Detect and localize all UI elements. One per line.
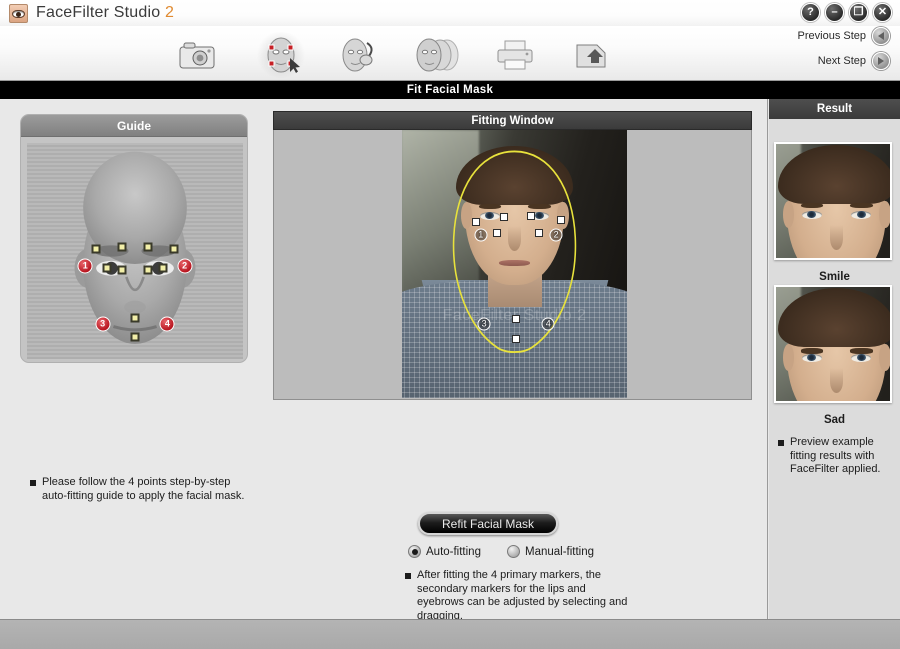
guide-panel: Guide 1 2 3 4 bbox=[20, 114, 248, 363]
fit-point-2[interactable]: 2 bbox=[549, 228, 563, 242]
load-photo-tool[interactable] bbox=[166, 32, 228, 78]
retouch-tool[interactable] bbox=[328, 32, 390, 78]
guide-square-marker bbox=[91, 244, 101, 254]
fit-square-marker[interactable] bbox=[472, 218, 481, 227]
refit-facial-mask-button[interactable]: Refit Facial Mask bbox=[418, 512, 558, 535]
auto-fitting-label: Auto-fitting bbox=[426, 545, 481, 558]
next-step-button[interactable]: Next Step bbox=[818, 52, 890, 70]
guide-square-marker bbox=[169, 244, 179, 254]
export-icon bbox=[576, 44, 606, 68]
fitting-window-title: Fitting Window bbox=[471, 114, 554, 127]
toolbar: Previous Step Next Step bbox=[0, 26, 900, 81]
result-header-label: Result bbox=[816, 103, 853, 115]
status-bar bbox=[0, 619, 900, 649]
fit-square-marker[interactable] bbox=[511, 335, 520, 344]
guide-square-marker bbox=[143, 265, 153, 275]
subject-photo[interactable]: FaceFilter Studio 2 1234 bbox=[402, 130, 627, 398]
guide-square-marker bbox=[130, 313, 140, 323]
manual-fitting-label: Manual-fitting bbox=[524, 545, 595, 558]
export-tool[interactable] bbox=[560, 32, 622, 78]
fit-square-marker[interactable] bbox=[500, 213, 509, 222]
step-banner: Fit Facial Mask bbox=[0, 81, 900, 99]
printer-icon bbox=[497, 40, 533, 70]
result-thumb-smile[interactable] bbox=[774, 142, 892, 260]
fit-point-3[interactable]: 3 bbox=[477, 317, 491, 331]
app-title-text: FaceFilter Studio bbox=[36, 4, 161, 21]
guide-square-marker bbox=[158, 263, 168, 273]
chevron-right-icon bbox=[872, 52, 890, 70]
guide-square-marker bbox=[117, 242, 127, 252]
face-morph-icon bbox=[416, 38, 459, 72]
result-thumb-sad[interactable] bbox=[774, 285, 892, 403]
guide-column: Guide 1 2 3 4 Please follow the 4 points… bbox=[0, 99, 268, 619]
result-thumb-sad-label: Sad bbox=[823, 414, 846, 426]
window-controls: ? – ❐ ✕ bbox=[801, 3, 892, 22]
print-tool[interactable] bbox=[484, 32, 546, 78]
result-column: Result Smile Sad Preview example fitting… bbox=[769, 99, 900, 619]
guide-square-marker bbox=[130, 332, 140, 342]
camera-icon bbox=[179, 42, 215, 69]
fitting-mode-radio-group: Auto-fitting Manual-fitting bbox=[408, 545, 594, 558]
guide-face-model bbox=[74, 151, 196, 344]
guide-header-label: Guide bbox=[116, 118, 151, 133]
fitting-note: After fitting the 4 primary markers, the… bbox=[405, 569, 635, 623]
morph-tool[interactable] bbox=[406, 32, 468, 78]
fit-point-1[interactable]: 1 bbox=[474, 228, 488, 242]
fitting-column: Fitting Window FaceFilter Studio 2 1 2 3… bbox=[268, 99, 768, 622]
maximize-button[interactable]: ❐ bbox=[849, 3, 868, 22]
fit-square-marker[interactable] bbox=[527, 211, 536, 220]
result-note: Preview example fitting results with Fac… bbox=[778, 436, 896, 477]
guide-square-marker bbox=[117, 265, 127, 275]
fit-square-marker[interactable] bbox=[535, 229, 544, 238]
manual-fitting-radio[interactable]: Manual-fitting bbox=[506, 545, 595, 558]
face-retouch-icon bbox=[342, 38, 373, 72]
result-thumb-smile-label: Smile bbox=[819, 271, 850, 283]
application-window: FaceFilter Studio 2 ? – ❐ ✕ Previous Ste… bbox=[0, 0, 900, 649]
guide-square-marker bbox=[143, 242, 153, 252]
next-step-label: Next Step bbox=[817, 55, 866, 67]
auto-fitting-radio-dot[interactable] bbox=[408, 545, 421, 558]
fitting-window-header: Fitting Window bbox=[273, 111, 752, 130]
app-title: FaceFilter Studio 2 bbox=[36, 4, 174, 22]
guide-point-2: 2 bbox=[177, 258, 193, 274]
help-button[interactable]: ? bbox=[801, 3, 820, 22]
main-body: Guide 1 2 3 4 Please follow the 4 points… bbox=[0, 99, 900, 622]
step-navigation: Previous Step Next Step bbox=[798, 27, 890, 70]
result-header: Result bbox=[769, 99, 900, 119]
chevron-left-icon bbox=[872, 27, 890, 45]
guide-note: Please follow the 4 points step-by-step … bbox=[30, 476, 245, 503]
fit-mask-tool[interactable] bbox=[250, 32, 312, 78]
minimize-button[interactable]: – bbox=[825, 3, 844, 22]
fit-square-marker[interactable] bbox=[492, 229, 501, 238]
eye-icon bbox=[9, 3, 28, 23]
guide-point-4: 4 bbox=[159, 316, 175, 332]
app-version-text: 2 bbox=[165, 4, 175, 21]
auto-fitting-radio[interactable]: Auto-fitting bbox=[408, 545, 481, 558]
step-title: Fit Facial Mask bbox=[406, 84, 494, 96]
manual-fitting-radio-dot[interactable] bbox=[506, 545, 520, 558]
fitting-window-canvas[interactable]: FaceFilter Studio 2 1234 bbox=[273, 130, 752, 400]
previous-step-label: Previous Step bbox=[797, 30, 866, 42]
fit-square-marker[interactable] bbox=[511, 314, 520, 323]
guide-face-preview: 1 2 3 4 bbox=[27, 143, 243, 359]
fit-square-marker[interactable] bbox=[556, 215, 565, 224]
refit-button-label: Refit Facial Mask bbox=[441, 516, 535, 531]
guide-square-marker bbox=[102, 263, 112, 273]
guide-point-1: 1 bbox=[77, 258, 93, 274]
previous-step-button[interactable]: Previous Step bbox=[798, 27, 890, 45]
fit-point-4[interactable]: 4 bbox=[541, 317, 555, 331]
face-markers-icon bbox=[267, 37, 300, 73]
guide-point-3: 3 bbox=[95, 316, 111, 332]
guide-header: Guide bbox=[21, 115, 247, 137]
close-button[interactable]: ✕ bbox=[873, 3, 892, 22]
title-bar: FaceFilter Studio 2 ? – ❐ ✕ bbox=[0, 0, 900, 26]
